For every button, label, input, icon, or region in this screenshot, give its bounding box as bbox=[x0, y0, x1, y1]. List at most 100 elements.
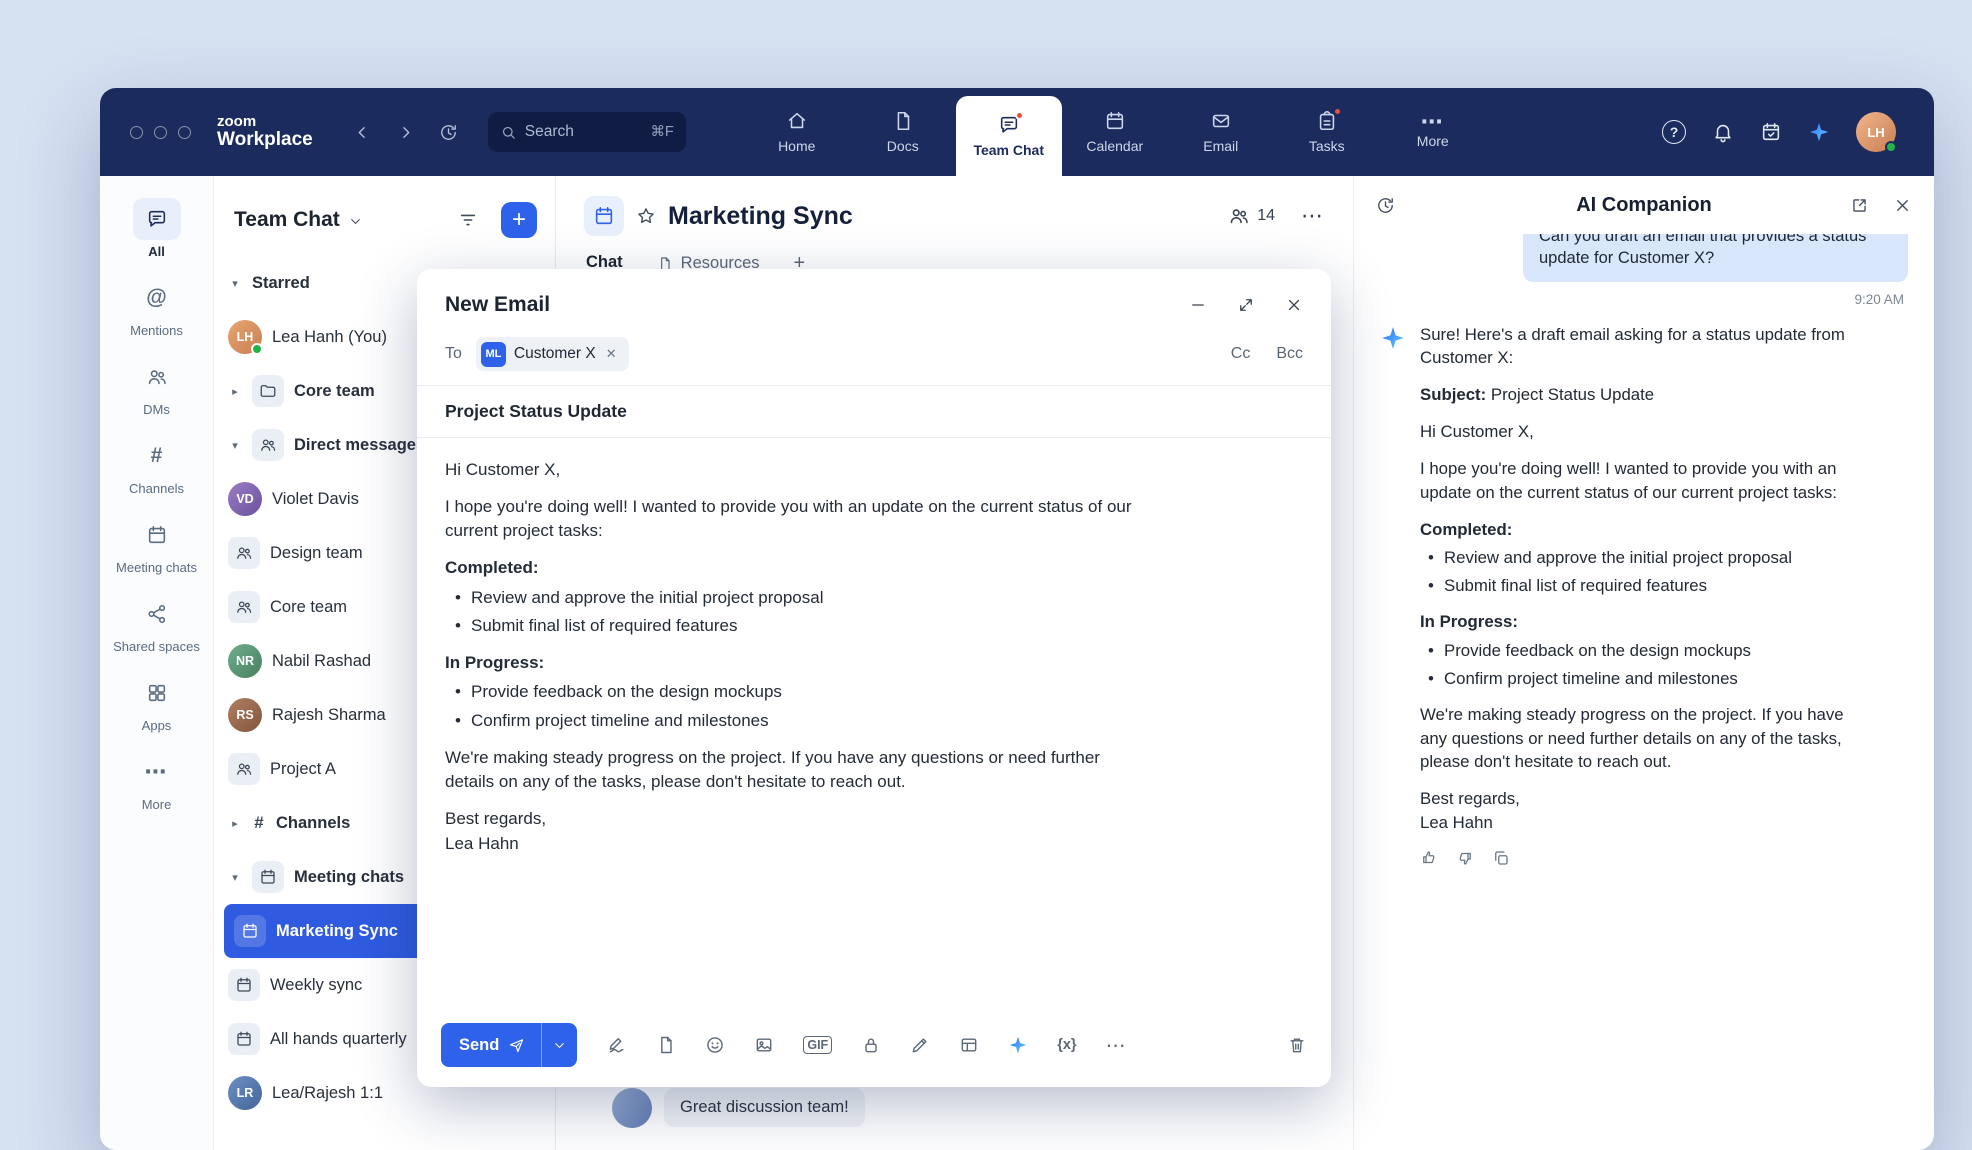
avatar bbox=[612, 1088, 652, 1128]
rail-item-apps[interactable]: Apps bbox=[105, 672, 209, 734]
presence-indicator bbox=[1885, 141, 1897, 153]
global-search[interactable]: ⌘F bbox=[488, 112, 686, 152]
discard-draft-icon[interactable] bbox=[1287, 1035, 1307, 1055]
search-shortcut: ⌘F bbox=[650, 124, 673, 140]
edit-icon[interactable] bbox=[910, 1035, 930, 1055]
page-title: Marketing Sync bbox=[668, 202, 853, 231]
history-icon[interactable] bbox=[439, 123, 458, 142]
meeting-chat-icon bbox=[584, 196, 624, 236]
new-chat-button[interactable]: + bbox=[501, 202, 537, 238]
chevron-down-icon[interactable] bbox=[348, 214, 363, 229]
close-icon[interactable] bbox=[1893, 196, 1912, 215]
rail-item-shared-spaces[interactable]: Shared spaces bbox=[105, 593, 209, 655]
body-closing: We're making steady progress on the proj… bbox=[445, 746, 1150, 795]
ai-sparkle-icon bbox=[1380, 325, 1406, 351]
ai-completed-label: Completed: bbox=[1420, 518, 1865, 542]
email-body-editor[interactable]: Hi Customer X, I hope you're doing well!… bbox=[417, 438, 1331, 1009]
rail-item-mentions[interactable]: @ Mentions bbox=[105, 277, 209, 339]
more-tools-icon[interactable]: ⋯ bbox=[1106, 1033, 1128, 1058]
nav-home[interactable]: Home bbox=[744, 88, 850, 176]
remove-recipient-icon[interactable]: ✕ bbox=[604, 344, 619, 364]
body-greeting: Hi Customer X, bbox=[445, 458, 1150, 483]
user-message-bubble: Can you draft an email that provides a s… bbox=[1523, 234, 1908, 282]
layout-icon[interactable] bbox=[959, 1035, 979, 1055]
avatar: RS bbox=[228, 698, 262, 732]
open-in-new-icon[interactable] bbox=[1850, 196, 1869, 215]
notifications-icon[interactable] bbox=[1712, 121, 1734, 143]
window-close-button[interactable] bbox=[130, 126, 143, 139]
app-window: zoom Workplace ⌘F Home Docs Team Chat bbox=[100, 88, 1934, 1150]
calendar-icon bbox=[252, 861, 284, 893]
nav-docs[interactable]: Docs bbox=[850, 88, 956, 176]
calendar-icon bbox=[228, 1023, 260, 1055]
new-email-modal: New Email To ML Customer X ✕ Cc Bcc Proj… bbox=[417, 269, 1331, 1087]
thumbs-down-button[interactable] bbox=[1456, 849, 1474, 867]
upcoming-meetings-icon[interactable] bbox=[1760, 121, 1782, 143]
bcc-button[interactable]: Bcc bbox=[1276, 345, 1303, 363]
window-zoom-button[interactable] bbox=[178, 126, 191, 139]
chevron-down-icon[interactable]: ▾ bbox=[228, 439, 242, 452]
rail-item-meeting-chats[interactable]: Meeting chats bbox=[105, 514, 209, 576]
image-icon[interactable] bbox=[754, 1035, 774, 1055]
gif-button[interactable]: GIF bbox=[803, 1036, 832, 1054]
hash-icon: # bbox=[151, 445, 163, 466]
send-icon bbox=[508, 1037, 525, 1054]
minimize-icon[interactable] bbox=[1189, 296, 1207, 314]
subject-field[interactable]: Project Status Update bbox=[417, 386, 1331, 438]
people-icon bbox=[146, 366, 168, 388]
search-input[interactable] bbox=[525, 123, 643, 141]
nav-team-chat[interactable]: Team Chat bbox=[956, 96, 1062, 176]
filter-icon[interactable] bbox=[457, 209, 479, 231]
docs-icon bbox=[892, 110, 914, 132]
back-button[interactable] bbox=[353, 123, 372, 142]
ai-companion-icon[interactable] bbox=[1808, 121, 1830, 143]
thumbs-up-button[interactable] bbox=[1420, 849, 1438, 867]
calendar-icon bbox=[228, 969, 260, 1001]
send-options-button[interactable] bbox=[541, 1023, 577, 1067]
chevron-down-icon[interactable]: ▾ bbox=[228, 871, 242, 884]
calendar-icon bbox=[234, 915, 266, 947]
template-icon[interactable] bbox=[656, 1035, 676, 1055]
window-minimize-button[interactable] bbox=[154, 126, 167, 139]
emoji-icon[interactable] bbox=[705, 1035, 725, 1055]
chevron-down-icon[interactable]: ▾ bbox=[228, 277, 242, 290]
rail-item-all[interactable]: All bbox=[105, 198, 209, 260]
chevron-right-icon[interactable]: ▸ bbox=[228, 817, 242, 830]
history-icon[interactable] bbox=[1376, 196, 1395, 215]
nav-tasks[interactable]: Tasks bbox=[1274, 88, 1380, 176]
close-icon[interactable] bbox=[1285, 296, 1303, 314]
expand-icon[interactable] bbox=[1237, 296, 1255, 314]
people-icon bbox=[1228, 205, 1250, 227]
star-icon[interactable] bbox=[636, 206, 656, 226]
ai-in-progress-list: Provide feedback on the design mockups C… bbox=[1420, 639, 1865, 691]
recipient-avatar: ML bbox=[481, 342, 506, 367]
chevron-right-icon[interactable]: ▸ bbox=[228, 385, 242, 398]
encryption-lock-icon[interactable] bbox=[861, 1035, 881, 1055]
help-icon[interactable]: ? bbox=[1662, 120, 1686, 144]
top-navigation-bar: zoom Workplace ⌘F Home Docs Team Chat bbox=[100, 88, 1934, 176]
members-count[interactable]: 14 bbox=[1228, 205, 1275, 227]
ai-sparkle-icon[interactable] bbox=[1008, 1035, 1028, 1055]
signature-icon[interactable] bbox=[607, 1035, 627, 1055]
variables-button[interactable]: {x} bbox=[1057, 1037, 1076, 1053]
nav-calendar[interactable]: Calendar bbox=[1062, 88, 1168, 176]
cc-button[interactable]: Cc bbox=[1231, 345, 1251, 363]
rail-item-dms[interactable]: DMs bbox=[105, 356, 209, 418]
nav-more[interactable]: ⋯ More bbox=[1380, 88, 1486, 176]
copy-button[interactable] bbox=[1492, 849, 1510, 867]
more-options-icon[interactable]: ⋯ bbox=[1301, 203, 1325, 229]
team-icon bbox=[228, 591, 260, 623]
rail-item-more[interactable]: ⋯ More bbox=[105, 751, 209, 813]
avatar: LR bbox=[228, 1076, 262, 1110]
forward-button[interactable] bbox=[396, 123, 415, 142]
ai-completed-list: Review and approve the initial project p… bbox=[1420, 546, 1865, 598]
unread-badge bbox=[1015, 111, 1024, 120]
user-avatar[interactable]: LH bbox=[1856, 112, 1896, 152]
recipient-chip[interactable]: ML Customer X ✕ bbox=[476, 337, 629, 371]
send-button[interactable]: Send bbox=[441, 1023, 541, 1067]
rail-item-channels[interactable]: # Channels bbox=[105, 435, 209, 497]
people-icon bbox=[252, 429, 284, 461]
ai-paragraph: I hope you're doing well! I wanted to pr… bbox=[1420, 457, 1865, 505]
home-icon bbox=[786, 110, 808, 132]
nav-email[interactable]: Email bbox=[1168, 88, 1274, 176]
